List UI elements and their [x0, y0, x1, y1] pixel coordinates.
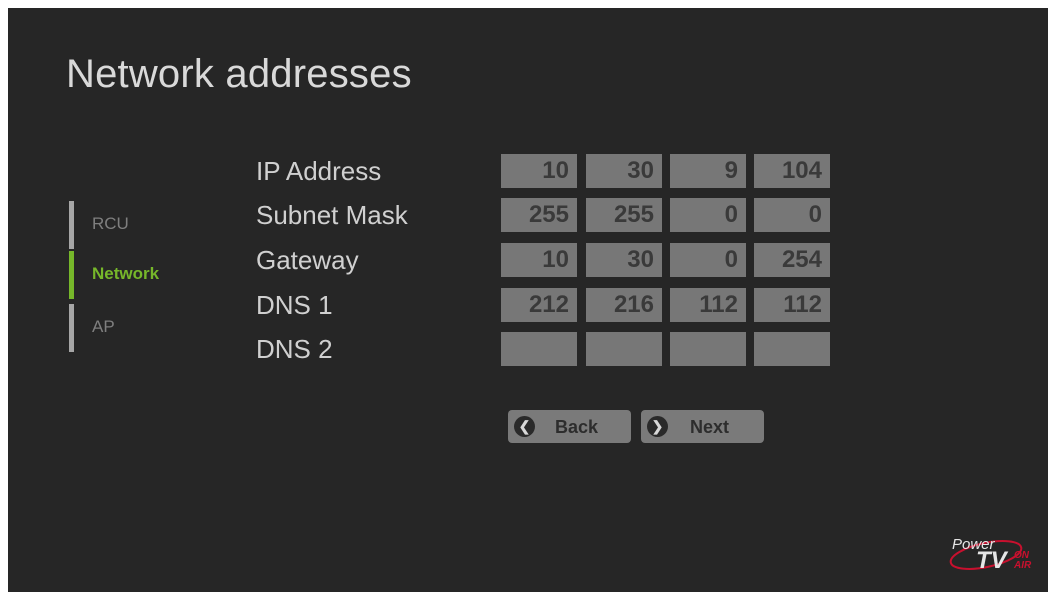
gateway-octet-4[interactable]: 254: [754, 243, 830, 277]
ip-address-octet-3[interactable]: 9: [670, 154, 746, 188]
back-button[interactable]: ❮ Back: [508, 410, 631, 443]
power-tv-on-air-logo: Power TV ON AIR: [949, 536, 1032, 574]
nav-item-label: AP: [92, 317, 115, 336]
ip-address-octet-1[interactable]: 10: [501, 154, 577, 188]
nav-indicator: [69, 251, 74, 299]
dns2-label: DNS 2: [256, 334, 333, 364]
tv-screen: Network addresses RCU Network AP IP Addr…: [8, 8, 1048, 592]
nav-item-network[interactable]: Network: [69, 251, 219, 299]
dns1-octet-2[interactable]: 216: [586, 288, 662, 322]
next-button-label: Next: [689, 417, 729, 437]
nav-item-label: RCU: [92, 214, 129, 233]
gateway-octet-3[interactable]: 0: [670, 243, 746, 277]
subnet-mask-octet-4[interactable]: 0: [754, 198, 830, 232]
next-button[interactable]: ❯ Next: [641, 410, 764, 443]
nav-item-rcu[interactable]: RCU: [69, 201, 219, 249]
subnet-mask-octet-1[interactable]: 255: [501, 198, 577, 232]
ip-address-octet-4[interactable]: 104: [754, 154, 830, 188]
dns1-octet-1[interactable]: 212: [501, 288, 577, 322]
dns2-octet-3[interactable]: [670, 332, 746, 366]
ip-address-octet-2[interactable]: 30: [586, 154, 662, 188]
nav-indicator: [69, 304, 74, 352]
dns2-octet-2[interactable]: [586, 332, 662, 366]
nav-indicator: [69, 201, 74, 249]
dns2-octet-4[interactable]: [754, 332, 830, 366]
gateway-label: Gateway: [256, 245, 359, 275]
subnet-mask-octet-3[interactable]: 0: [670, 198, 746, 232]
subnet-mask-label: Subnet Mask: [256, 200, 408, 230]
page-title: Network addresses: [66, 52, 412, 96]
subnet-mask-octet-2[interactable]: 255: [586, 198, 662, 232]
logo-air-text: AIR: [1013, 560, 1032, 571]
dns1-octet-4[interactable]: 112: [754, 288, 830, 322]
gateway-octet-1[interactable]: 10: [501, 243, 577, 277]
dns1-octet-3[interactable]: 112: [670, 288, 746, 322]
gateway-octet-2[interactable]: 30: [586, 243, 662, 277]
ip-address-label: IP Address: [256, 156, 382, 186]
dns2-octet-1[interactable]: [501, 332, 577, 366]
nav-item-ap[interactable]: AP: [69, 304, 219, 352]
dns1-label: DNS 1: [256, 290, 333, 320]
back-button-label: Back: [554, 417, 599, 437]
nav-item-label: Network: [92, 264, 160, 283]
logo-tv-text: TV: [976, 547, 1009, 574]
